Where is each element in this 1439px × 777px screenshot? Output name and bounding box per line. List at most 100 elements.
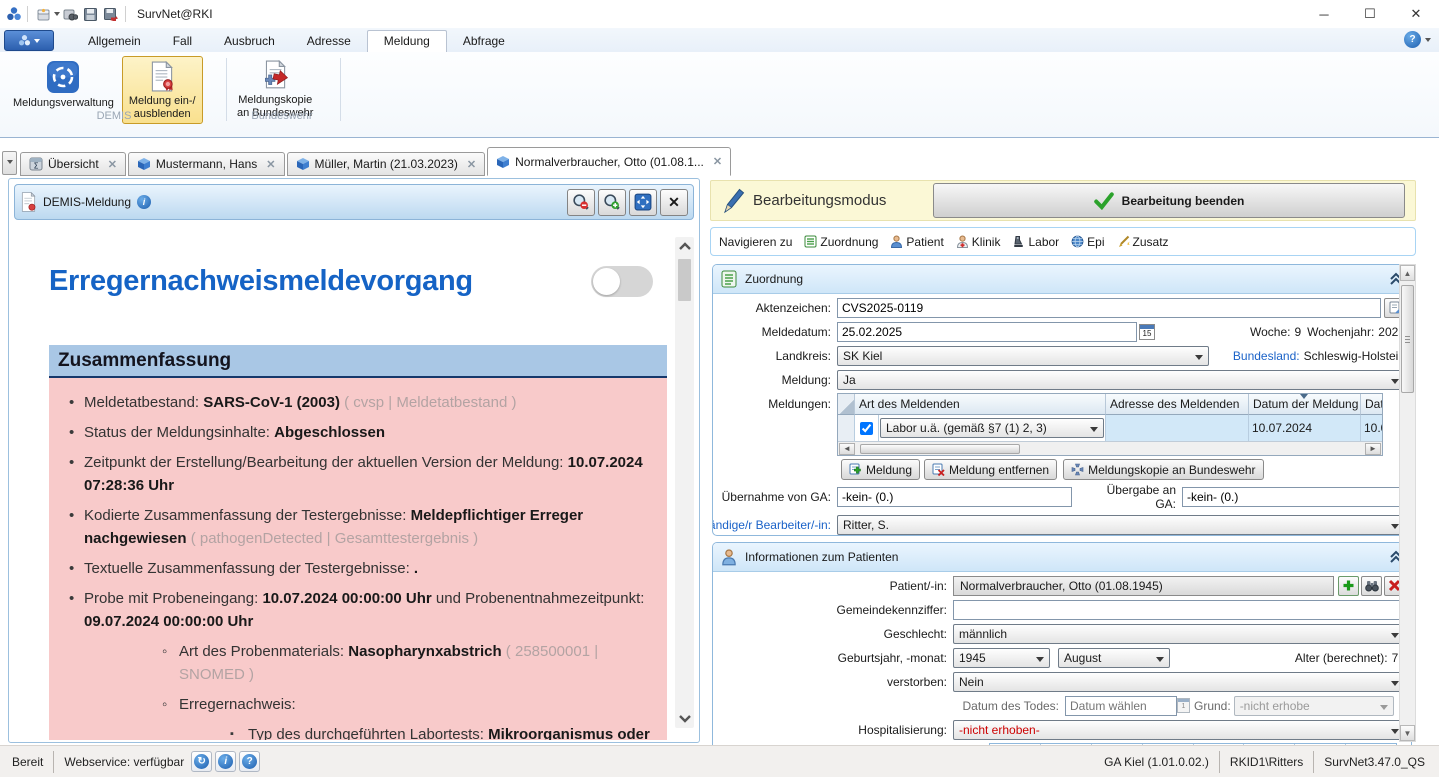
nav-zuordnung[interactable]: Zuordnung bbox=[804, 235, 878, 249]
search-case-icon[interactable] bbox=[60, 4, 80, 24]
gemeindekennziffer-input[interactable] bbox=[953, 600, 1405, 620]
table-remove-icon bbox=[932, 463, 945, 476]
maximize-button[interactable]: ☐ bbox=[1347, 1, 1393, 27]
art-des-meldenden-dropdown[interactable]: Labor u.ä. (gemäß §7 (1) 2, 3) bbox=[880, 418, 1104, 438]
table-row[interactable]: Labor u.ä. (gemäß §7 (1) 2, 3) 10.07.202… bbox=[838, 415, 1382, 441]
edit-mode-bar: Bearbeitungsmodus Bearbeitung beenden bbox=[710, 180, 1416, 221]
new-case-icon[interactable] bbox=[33, 4, 53, 24]
tab-mueller-martin[interactable]: Müller, Martin (21.03.2023) ✕ bbox=[287, 152, 486, 176]
scroll-left-icon[interactable]: ◄ bbox=[839, 443, 855, 455]
column-header[interactable]: Adresse des Meldenden bbox=[1106, 394, 1249, 415]
nav-labor[interactable]: Labor bbox=[1012, 235, 1059, 249]
hospitalisierung-dropdown[interactable]: -nicht erhoben- bbox=[953, 720, 1405, 740]
nav-klinik[interactable]: Klinik bbox=[956, 235, 1001, 249]
ribbon-tab-allgemein[interactable]: Allgemein bbox=[72, 31, 157, 52]
uebernahme-ga-input[interactable] bbox=[837, 487, 1072, 507]
scroll-down-icon[interactable] bbox=[675, 710, 694, 728]
patient-field[interactable]: Normalverbraucher, Otto (01.08.1945) bbox=[953, 576, 1334, 596]
save-icon[interactable] bbox=[80, 4, 100, 24]
horizontal-scrollbar[interactable]: ◄ ► bbox=[838, 441, 1382, 455]
webservice-help-button[interactable]: ? bbox=[239, 751, 260, 772]
column-header-sorted[interactable]: Datum der Meldung bbox=[1249, 394, 1361, 415]
scroll-up-icon[interactable] bbox=[675, 237, 694, 255]
calendar-icon[interactable]: 15 bbox=[1139, 324, 1155, 340]
geschlecht-dropdown[interactable]: männlich bbox=[953, 624, 1405, 644]
ribbon-tab-meldung[interactable]: Meldung bbox=[367, 30, 447, 52]
tab-list-dropdown-button[interactable] bbox=[2, 151, 17, 175]
zoom-out-button[interactable] bbox=[567, 189, 595, 216]
aktenzeichen-input[interactable] bbox=[837, 298, 1381, 318]
help-icon[interactable]: ? bbox=[1404, 31, 1421, 48]
ribbon-tab-adresse[interactable]: Adresse bbox=[291, 31, 367, 52]
meldedatum-input[interactable] bbox=[837, 322, 1137, 342]
meldungsverwaltung-button[interactable]: Meldungsverwaltung bbox=[7, 56, 120, 112]
scrollbar-thumb[interactable] bbox=[860, 444, 1020, 454]
tab-normalverbraucher-otto[interactable]: Normalverbraucher, Otto (01.08.1... ✕ bbox=[487, 147, 731, 176]
close-icon[interactable]: ✕ bbox=[467, 158, 476, 171]
verstorben-dropdown[interactable]: Nein bbox=[953, 672, 1405, 692]
grund-dropdown[interactable]: -nicht erhobe bbox=[1234, 696, 1394, 716]
scroll-down-icon[interactable]: ▼ bbox=[1400, 725, 1415, 741]
field-label: Gemeindekennziffer: bbox=[715, 603, 953, 617]
demis-report-header: DEMIS-Meldung i ✕ bbox=[14, 184, 694, 220]
ribbon-tab-fall[interactable]: Fall bbox=[157, 31, 208, 52]
fit-to-window-button[interactable] bbox=[629, 189, 657, 216]
divider bbox=[340, 58, 341, 121]
help-icon: ? bbox=[242, 754, 257, 769]
status-bar: Bereit Webservice: verfügbar ↻ i ? GA Ki… bbox=[0, 745, 1439, 777]
geburtsmonat-dropdown[interactable]: August bbox=[1058, 648, 1170, 668]
close-icon[interactable]: ✕ bbox=[713, 155, 722, 168]
minimize-button[interactable]: ─ bbox=[1301, 1, 1347, 27]
chevron-down-icon[interactable] bbox=[1425, 38, 1431, 45]
info-icon[interactable]: i bbox=[137, 195, 151, 209]
geburtsjahr-dropdown[interactable]: 1945 bbox=[953, 648, 1050, 668]
chevron-down-icon bbox=[7, 160, 13, 167]
column-header[interactable]: Dat bbox=[1361, 394, 1382, 415]
scrollbar-thumb[interactable] bbox=[1401, 285, 1414, 393]
tab-uebersicht[interactable]: Σ Übersicht ✕ bbox=[20, 152, 126, 176]
landkreis-dropdown[interactable]: SK Kiel bbox=[837, 346, 1209, 366]
nav-epi[interactable]: Epi bbox=[1071, 235, 1104, 249]
close-icon[interactable]: ✕ bbox=[266, 158, 275, 171]
section-header-patient[interactable]: Informationen zum Patienten bbox=[713, 543, 1411, 572]
meldung-dropdown[interactable]: Ja bbox=[837, 370, 1405, 390]
view-toggle[interactable] bbox=[591, 266, 653, 297]
row-checkbox[interactable] bbox=[860, 422, 873, 435]
close-icon[interactable]: ✕ bbox=[108, 158, 117, 171]
ribbon-tab-ausbruch[interactable]: Ausbruch bbox=[208, 31, 291, 52]
divider bbox=[1313, 751, 1314, 773]
webservice-refresh-button[interactable]: ↻ bbox=[191, 751, 212, 772]
tab-mustermann-hans[interactable]: Mustermann, Hans ✕ bbox=[128, 152, 285, 176]
bearbeiter-dropdown[interactable]: Ritter, S. bbox=[837, 515, 1405, 535]
app-menu-button[interactable] bbox=[4, 30, 54, 51]
finish-editing-button[interactable]: Bearbeitung beenden bbox=[933, 183, 1405, 218]
add-patient-button[interactable] bbox=[1338, 576, 1359, 596]
select-all-corner[interactable] bbox=[838, 394, 855, 415]
add-meldung-button[interactable]: Meldung bbox=[841, 459, 920, 480]
save-export-icon[interactable] bbox=[100, 4, 120, 24]
webservice-info-button[interactable]: i bbox=[215, 751, 236, 772]
close-report-button[interactable]: ✕ bbox=[660, 189, 688, 216]
ribbon-tab-abfrage[interactable]: Abfrage bbox=[447, 31, 521, 52]
close-button[interactable]: ✕ bbox=[1393, 1, 1439, 27]
search-patient-button[interactable] bbox=[1361, 576, 1382, 596]
scroll-right-icon[interactable]: ► bbox=[1365, 443, 1381, 455]
nav-patient[interactable]: Patient bbox=[890, 235, 943, 249]
bundesland-link[interactable]: Bundesland: bbox=[1233, 349, 1300, 363]
check-icon bbox=[1094, 192, 1114, 210]
scroll-up-icon[interactable]: ▲ bbox=[1400, 265, 1415, 281]
section-header-zuordnung[interactable]: Zuordnung bbox=[713, 265, 1411, 294]
vertical-scrollbar[interactable] bbox=[675, 237, 694, 728]
zoom-in-button[interactable] bbox=[598, 189, 626, 216]
summary-subitem: Erregernachweis: Typ des durchgeführten … bbox=[158, 693, 653, 740]
column-header[interactable]: Art des Meldenden bbox=[855, 394, 1106, 415]
summary-item: Probe mit Probeneingang: 10.07.2024 00:0… bbox=[61, 587, 653, 740]
datum-des-todes-input[interactable] bbox=[1065, 696, 1177, 716]
meldungskopie-bundeswehr-button[interactable]: Meldungskopie an Bundeswehr bbox=[1063, 459, 1263, 480]
remove-meldung-button[interactable]: Meldung entfernen bbox=[924, 459, 1057, 480]
uebergabe-ga-input[interactable] bbox=[1182, 487, 1405, 507]
scrollbar-thumb[interactable] bbox=[678, 259, 691, 301]
nav-zusatz[interactable]: Zusatz bbox=[1117, 235, 1169, 249]
ga-office: GA Kiel (1.01.0.02.) bbox=[1104, 755, 1209, 769]
vertical-scrollbar[interactable]: ▲ ▼ bbox=[1399, 264, 1416, 742]
